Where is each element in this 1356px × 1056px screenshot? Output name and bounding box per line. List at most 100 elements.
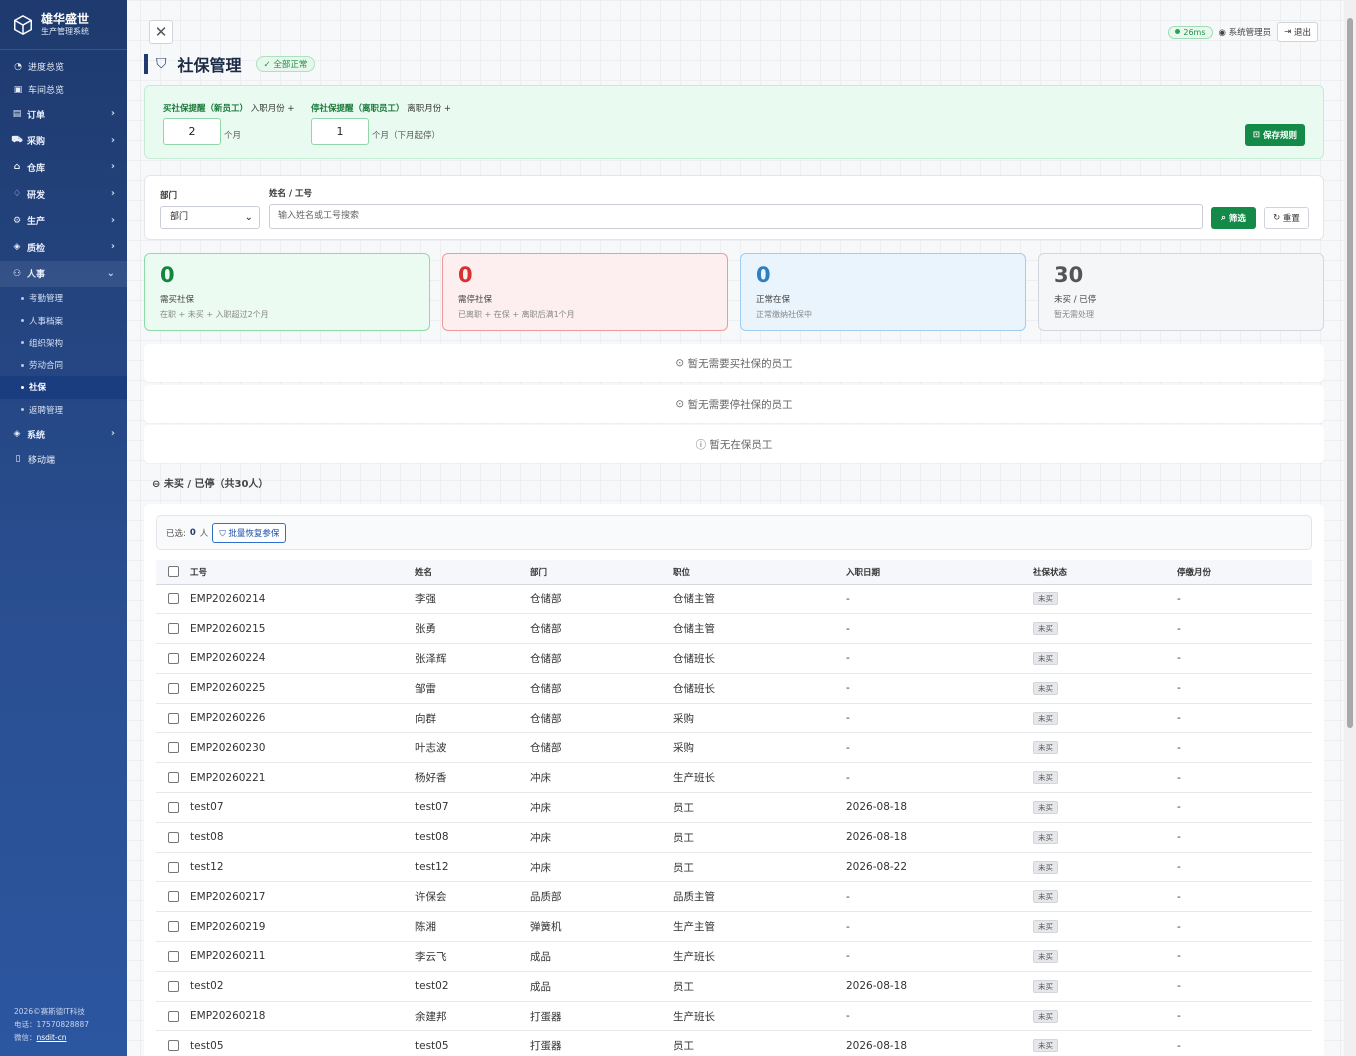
table-row[interactable]: EMP20260221 杨好香 冲床 生产班长 - 未买 - [156, 762, 1312, 794]
sidebar-item-3[interactable]: ⛟ 采购 › [0, 128, 127, 155]
filter-button[interactable]: ⌕ 筛选 [1211, 207, 1256, 229]
stat-card-need-buy[interactable]: 0 需买社保 在职 + 未买 + 入职超过2个月 [144, 253, 430, 331]
table-row[interactable]: test05 test05 打蛋器 员工 2026-08-18 未买 - [156, 1030, 1312, 1056]
cell-stop-month: - [1177, 881, 1312, 913]
stat-card-active[interactable]: 0 正常在保 正常缴纳社保中 [740, 253, 1026, 331]
sidebar-item-6[interactable]: ⚙ 生产 › [0, 207, 127, 234]
sidebar-item-2[interactable]: ▤ 订单 › [0, 101, 127, 128]
stat-card-need-stop[interactable]: 0 需停社保 已离职 + 在保 + 离职后满1个月 [442, 253, 728, 331]
dept-select[interactable]: 部门 ⌄ [160, 206, 260, 229]
cell-status: 未买 [1033, 971, 1177, 1002]
table-row[interactable]: test02 test02 成品 员工 2026-08-18 未买 - [156, 971, 1312, 1002]
table-row[interactable]: test12 test12 冲床 员工 2026-08-22 未买 - [156, 852, 1312, 883]
cell-position: 员工 [673, 822, 846, 853]
stop-rule-label: 停社保提醒（离职员工） 离职月份 + [311, 104, 452, 114]
header-id[interactable]: 工号 [190, 560, 415, 585]
row-checkbox[interactable] [167, 623, 179, 635]
cell-join-date: 2026-08-18 [846, 822, 1033, 853]
page-scrollbar[interactable] [1344, 0, 1356, 1056]
cell-dept: 冲床 [530, 762, 673, 794]
cell-id: EMP20260225 [190, 673, 415, 704]
row-checkbox[interactable] [167, 772, 179, 784]
stat-label: 未买 / 已停 [1054, 295, 1097, 305]
selected-unit: 人 [199, 528, 209, 539]
sidebar-item-12[interactable]: 劳动合同 [0, 354, 127, 376]
sidebar-item-10[interactable]: 人事档案 [0, 309, 127, 331]
header-stop-month[interactable]: 停缴月份 [1177, 560, 1312, 585]
sidebar-item-0[interactable]: ◔ 进度总览 [0, 55, 127, 78]
footer-wechat[interactable]: nsdit-cn [37, 1033, 67, 1042]
table-row[interactable]: EMP20260215 张勇 仓储部 仓储主管 - 未买 - [156, 613, 1312, 645]
sidebar-item-7[interactable]: ◈ 质检 › [0, 234, 127, 261]
row-checkbox[interactable] [167, 950, 179, 962]
row-checkbox[interactable] [167, 921, 179, 933]
section-toggle[interactable]: ⊖ 未买 / 已停（共30人） [152, 475, 268, 490]
batch-restore-button[interactable]: ⛉ 批量恢复参保 [212, 522, 287, 543]
table-row[interactable]: EMP20260219 陈湘 弹簧机 生产主管 - 未买 - [156, 911, 1312, 943]
row-checkbox[interactable] [167, 801, 179, 813]
buy-months-input[interactable]: 2 [163, 118, 221, 145]
cell-position: 生产班长 [673, 941, 846, 972]
header-join-date[interactable]: 入职日期 [846, 560, 1033, 585]
scrollbar-thumb[interactable] [1347, 18, 1353, 728]
sidebar-item-14[interactable]: 返聘管理 [0, 399, 127, 421]
stat-desc: 暂无需处理 [1054, 310, 1094, 319]
cell-stop-month: - [1177, 703, 1312, 734]
table-row[interactable]: EMP20260218 余建邦 打蛋器 生产班长 - 未买 - [156, 1001, 1312, 1032]
sidebar-item-11[interactable]: 组织架构 [0, 332, 127, 354]
row-checkbox[interactable] [167, 980, 179, 992]
chevron-right-icon: › [110, 428, 115, 440]
table-row[interactable]: EMP20260230 叶志波 仓储部 采购 - 未买 - [156, 732, 1312, 764]
table-row[interactable]: EMP20260217 许保会 品质部 品质主管 - 未买 - [156, 881, 1312, 913]
row-select-cell [156, 673, 190, 704]
status-tag: 未买 [1033, 681, 1058, 695]
table-row[interactable]: EMP20260225 邹雷 仓储部 仓储班长 - 未买 - [156, 673, 1312, 704]
table-row[interactable]: EMP20260224 张泽辉 仓储部 仓储班长 - 未买 - [156, 643, 1312, 674]
table-row[interactable]: EMP20260211 李云飞 成品 生产班长 - 未买 - [156, 941, 1312, 972]
row-checkbox[interactable] [167, 712, 179, 724]
info-icon: ⓘ [695, 438, 707, 451]
logout-button[interactable]: ⇥ 退出 [1277, 22, 1318, 42]
row-checkbox[interactable] [167, 891, 179, 903]
header-status[interactable]: 社保状态 [1033, 560, 1177, 585]
table-row[interactable]: EMP20260214 李强 仓储部 仓储主管 - 未买 - [156, 584, 1312, 615]
table-row[interactable]: test08 test08 冲床 员工 2026-08-18 未买 - [156, 822, 1312, 853]
cell-id: EMP20260211 [190, 941, 415, 972]
cell-name: 李云飞 [415, 941, 530, 972]
sidebar-item-15[interactable]: ◈ 系统 › [0, 421, 127, 448]
row-checkbox[interactable] [167, 682, 179, 694]
buy-rule-label: 买社保提醒（新员工） 入职月份 + [163, 104, 295, 114]
close-button[interactable]: ✕ [149, 20, 173, 44]
row-checkbox[interactable] [167, 831, 179, 843]
table-row[interactable]: EMP20260226 向群 仓储部 采购 - 未买 - [156, 703, 1312, 734]
sidebar-item-16[interactable]: ▯ 移动端 [0, 448, 127, 471]
header-position[interactable]: 职位 [673, 560, 846, 585]
cell-status: 未买 [1033, 1001, 1177, 1032]
sidebar-item-8[interactable]: ⚇ 人事 ⌄ [0, 260, 127, 288]
sidebar-item-13[interactable]: 社保 [0, 376, 127, 399]
row-checkbox[interactable] [167, 861, 179, 873]
cell-id: EMP20260218 [190, 1001, 415, 1032]
current-user[interactable]: ◉ 系统管理员 [1219, 26, 1272, 38]
latency-badge: 26ms [1168, 25, 1213, 39]
sidebar-item-5[interactable]: ♢ 研发 › [0, 181, 127, 208]
stat-card-not-enrolled[interactable]: 30 未买 / 已停 暂无需处理 [1038, 253, 1324, 331]
reset-button[interactable]: ↻ 重置 [1264, 207, 1309, 229]
row-checkbox[interactable] [167, 593, 179, 605]
header-name[interactable]: 姓名 [415, 560, 530, 585]
stop-months-input[interactable]: 1 [311, 118, 369, 145]
row-checkbox[interactable] [167, 652, 179, 664]
table-row[interactable]: test07 test07 冲床 员工 2026-08-18 未买 - [156, 792, 1312, 823]
sidebar-item-9[interactable]: 考勤管理 [0, 287, 127, 309]
brand[interactable]: 雄华盛世 生产管理系统 [0, 0, 127, 50]
row-checkbox[interactable] [167, 742, 179, 754]
search-input[interactable]: 输入姓名或工号搜索 [269, 204, 1203, 229]
cell-join-date: - [846, 643, 1033, 674]
sidebar-item-1[interactable]: ▣ 车间总览 [0, 78, 127, 101]
save-rules-button[interactable]: ⊡ 保存规则 [1244, 124, 1305, 146]
sidebar-item-4[interactable]: ⌂ 仓库 › [0, 154, 127, 181]
select-all-checkbox[interactable] [167, 566, 179, 578]
row-checkbox[interactable] [167, 1010, 179, 1022]
row-checkbox[interactable] [167, 1040, 179, 1052]
header-dept[interactable]: 部门 [530, 560, 673, 585]
